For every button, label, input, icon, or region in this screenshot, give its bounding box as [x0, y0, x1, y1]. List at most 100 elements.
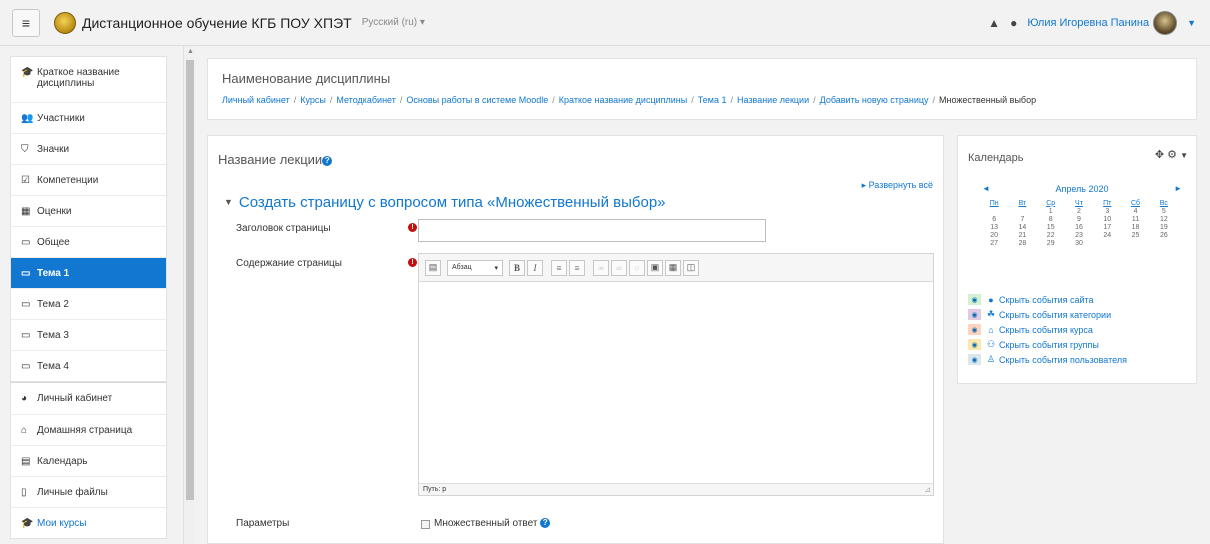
calendar-day[interactable]: 26: [1150, 232, 1178, 240]
calendar-day[interactable]: 29: [1037, 240, 1065, 248]
calendar-day[interactable]: 13: [980, 224, 1008, 232]
calendar-day[interactable]: 20: [980, 232, 1008, 240]
section-header[interactable]: ▼ Создать страницу с вопросом типа «Множе…: [224, 194, 666, 211]
breadcrumb-item[interactable]: Курсы: [300, 95, 326, 105]
sidebar-item[interactable]: ▭ Тема 3: [11, 319, 166, 350]
bullet-list-icon[interactable]: ≡: [551, 259, 567, 276]
gear-icon[interactable]: ⚙: [1167, 149, 1177, 161]
paragraph-format-select[interactable]: Абзац ▾: [447, 259, 503, 276]
image-icon[interactable]: ▣: [647, 259, 663, 276]
toolbar-toggle-icon[interactable]: ▤: [425, 259, 441, 276]
sidebar-item[interactable]: ▤ Календарь: [11, 445, 166, 476]
prev-month-link[interactable]: ◄: [982, 184, 990, 194]
calendar-day[interactable]: 9: [1065, 216, 1093, 224]
event-filter-link[interactable]: ◉ ● Скрыть события сайта: [968, 292, 1127, 307]
resize-grip-icon[interactable]: ⊿: [924, 485, 931, 494]
content-editor[interactable]: ▤ Абзац ▾ B I ≡ ≡ ∞ ∞ ○ ▣ ▦ ◫ Путь: p ⊿: [418, 253, 934, 496]
calendar-month-link[interactable]: Апрель 2020: [1055, 184, 1108, 194]
event-filter-link[interactable]: ◉ ☘ Скрыть события категории: [968, 307, 1127, 322]
breadcrumb-item[interactable]: Название лекции: [737, 95, 809, 105]
scrollbar-thumb[interactable]: [186, 60, 194, 500]
sidebar-item[interactable]: 👥 Участники: [11, 102, 166, 133]
calendar-day[interactable]: 5: [1150, 208, 1178, 216]
calendar-day[interactable]: 6: [980, 216, 1008, 224]
bold-icon[interactable]: B: [509, 259, 525, 276]
calendar-day[interactable]: 3: [1093, 208, 1121, 216]
sidebar-item[interactable]: ⛉ Значки: [11, 133, 166, 164]
chevron-down-icon[interactable]: ▼: [1180, 151, 1188, 160]
breadcrumb-item[interactable]: Тема 1: [698, 95, 727, 105]
calendar-day[interactable]: 12: [1150, 216, 1178, 224]
calendar-day[interactable]: 21: [1008, 232, 1036, 240]
menu-toggle-button[interactable]: ≡: [12, 8, 40, 37]
calendar-day[interactable]: 10: [1093, 216, 1121, 224]
link-icon[interactable]: ∞: [593, 259, 609, 276]
manage-files-icon[interactable]: ◫: [683, 259, 699, 276]
user-name-link[interactable]: Юлия Игоревна Панина: [1027, 17, 1149, 29]
next-month-link[interactable]: ►: [1174, 184, 1182, 194]
site-logo[interactable]: [54, 11, 76, 34]
calendar-day[interactable]: 4: [1121, 208, 1149, 216]
drawer-scrollbar[interactable]: ▲: [183, 46, 195, 544]
sidebar-item[interactable]: 🎓 Краткое название дисциплины: [11, 57, 166, 102]
calendar-day[interactable]: 28: [1008, 240, 1036, 248]
help-icon[interactable]: ?: [540, 518, 551, 528]
expand-all-link[interactable]: ▸ Развернуть всё: [862, 180, 933, 191]
bell-icon[interactable]: ▲: [988, 16, 1000, 30]
move-icon[interactable]: ✥: [1155, 149, 1164, 161]
calendar-day[interactable]: 27: [980, 240, 1008, 248]
unlink-icon[interactable]: ∞: [611, 259, 627, 276]
calendar-day[interactable]: 15: [1037, 224, 1065, 232]
calendar-day[interactable]: 14: [1008, 224, 1036, 232]
calendar-day[interactable]: 23: [1065, 232, 1093, 240]
calendar-day[interactable]: 7: [1008, 216, 1036, 224]
calendar-day: [980, 208, 1008, 216]
avatar[interactable]: [1153, 10, 1178, 35]
breadcrumb-item[interactable]: Личный кабинет: [222, 95, 290, 105]
calendar-day[interactable]: 11: [1121, 216, 1149, 224]
site-name-link[interactable]: Дистанционное обучение КГБ ПОУ ХПЭТ: [82, 15, 352, 31]
help-icon[interactable]: ?: [322, 156, 333, 166]
sidebar-item[interactable]: ▭ Тема 1: [11, 257, 166, 288]
folder-icon: ▭: [21, 360, 31, 372]
language-menu[interactable]: Русский (ru) ▾: [362, 17, 425, 28]
media-icon[interactable]: ▦: [665, 259, 681, 276]
chevron-down-icon[interactable]: ▼: [1187, 18, 1196, 28]
sidebar-item[interactable]: ▦ Оценки: [11, 195, 166, 226]
calendar-day[interactable]: 25: [1121, 232, 1149, 240]
emoticon-icon[interactable]: ○: [629, 259, 645, 276]
breadcrumb-item[interactable]: Методкабинет: [336, 95, 396, 105]
event-filter-link[interactable]: ◉ ⌂ Скрыть события курса: [968, 322, 1127, 337]
weekday-header: Пн: [989, 199, 999, 207]
event-filter-link[interactable]: ◉ ⚇ Скрыть события группы: [968, 337, 1127, 352]
breadcrumb-item[interactable]: Основы работы в системе Moodle: [406, 95, 548, 105]
calendar-day[interactable]: 8: [1037, 216, 1065, 224]
breadcrumb-item[interactable]: Добавить новую страницу: [820, 95, 929, 105]
chat-icon[interactable]: ●: [1010, 16, 1017, 30]
page-title-input[interactable]: [418, 219, 766, 242]
breadcrumb-separator: /: [691, 95, 694, 105]
sidebar-item[interactable]: ▭ Тема 4: [11, 350, 166, 381]
calendar-day[interactable]: 19: [1150, 224, 1178, 232]
sidebar-item[interactable]: ◕ Личный кабинет: [11, 383, 166, 414]
sidebar-item[interactable]: ▭ Общее: [11, 226, 166, 257]
sidebar-item[interactable]: ⌂ Домашняя страница: [11, 414, 166, 445]
calendar-day[interactable]: 1: [1037, 208, 1065, 216]
sidebar-item[interactable]: ▭ Тема 2: [11, 288, 166, 319]
sidebar-item[interactable]: 🎓 Мои курсы: [11, 507, 166, 538]
calendar-day[interactable]: 24: [1093, 232, 1121, 240]
sidebar-item[interactable]: ▯ Личные файлы: [11, 476, 166, 507]
calendar-day[interactable]: 2: [1065, 208, 1093, 216]
calendar-day[interactable]: 17: [1093, 224, 1121, 232]
event-filter-link[interactable]: ◉ ♙ Скрыть события пользователя: [968, 352, 1127, 367]
sidebar-item[interactable]: ☑ Компетенции: [11, 164, 166, 195]
calendar-day[interactable]: 18: [1121, 224, 1149, 232]
calendar-day[interactable]: 30: [1065, 240, 1093, 248]
calendar-day[interactable]: 16: [1065, 224, 1093, 232]
numbered-list-icon[interactable]: ≡: [569, 259, 585, 276]
breadcrumb-item[interactable]: Краткое название дисциплины: [559, 95, 687, 105]
italic-icon[interactable]: I: [527, 259, 543, 276]
multiple-answer-checkbox[interactable]: [421, 520, 430, 529]
scroll-up-icon[interactable]: ▲: [187, 48, 194, 55]
calendar-day[interactable]: 22: [1037, 232, 1065, 240]
